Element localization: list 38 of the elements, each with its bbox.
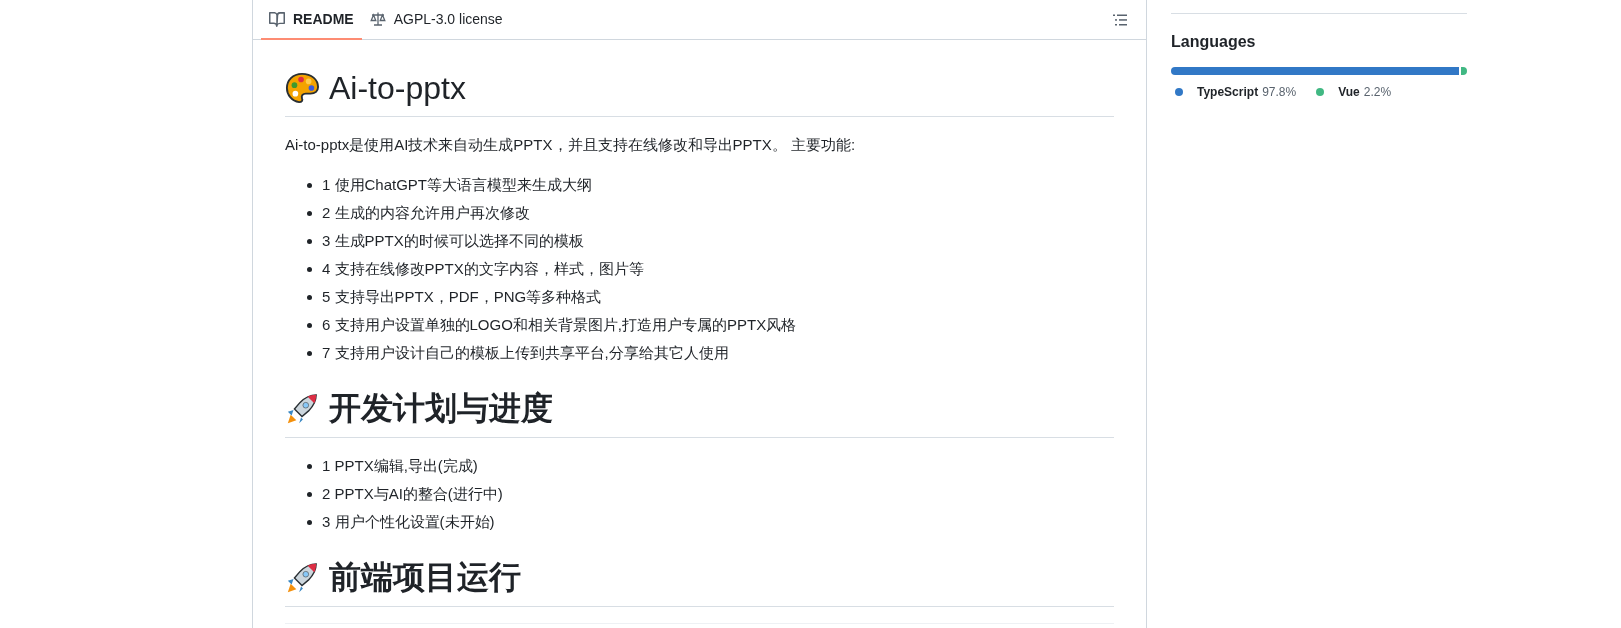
list-item: 3 生成PPTX的时候可以选择不同的模板 (322, 231, 584, 251)
palette-icon (285, 71, 319, 105)
list-item: 1 PPTX编辑,导出(完成) (322, 456, 478, 476)
bullet-icon (307, 182, 312, 188)
heading: 前端项目运行 (329, 558, 521, 597)
list-item: 3 用户个性化设置(未开始) (322, 512, 495, 532)
paragraph: Ai-to-pptx是使用AI技术来自动生成PPTX，并且支持在线修改和导出PPTX。 主要功能: (285, 135, 857, 155)
heading: Ai-to-pptx (329, 69, 466, 107)
language-name: TypeScript (1197, 85, 1259, 99)
list-item: 5 支持导出PPTX，PDF，PNG等多种格式 (322, 287, 602, 307)
bullet-icon (307, 210, 312, 216)
languages-title: Languages (1171, 33, 1257, 51)
book-icon (269, 11, 285, 27)
tab[interactable]: README (261, 0, 362, 40)
list-item: 2 PPTX与AI的整合(进行中) (322, 484, 503, 504)
list-item: 1 使用ChatGPT等大语言模型来生成大纲 (322, 175, 593, 195)
bullet-icon (307, 266, 312, 272)
bullet-icon (307, 491, 312, 497)
bullet-icon (307, 238, 312, 244)
bullet-icon (307, 350, 312, 356)
language-item[interactable]: Vue 2.2% (1316, 85, 1392, 99)
rocket-icon (285, 392, 319, 426)
language-percent: 2.2% (1363, 85, 1392, 99)
bullet-icon (307, 322, 312, 328)
list-item: 4 支持在线修改PPTX的文字内容，样式，图片等 (322, 259, 644, 279)
list-item: 7 支持用户设计自己的模板上传到共享平台,分享给其它人使用 (322, 343, 729, 363)
language-name: Vue (1338, 85, 1360, 99)
scale-icon (369, 11, 386, 27)
list-item: 6 支持用户设置单独的LOGO和相关背景图片,打造用户专属的PPTX风格 (322, 315, 797, 335)
language-percent: 97.8% (1262, 85, 1297, 99)
heading: 开发计划与进度 (329, 389, 553, 428)
bullet-icon (307, 519, 312, 525)
bullet-icon (307, 294, 312, 300)
list-item: 2 生成的内容允许用户再次修改 (322, 203, 530, 223)
rocket-icon (285, 561, 319, 595)
language-item[interactable]: TypeScript 97.8% (1175, 85, 1297, 99)
tab[interactable]: AGPL-3.0 license (361, 0, 511, 40)
bullet-icon (307, 463, 312, 469)
